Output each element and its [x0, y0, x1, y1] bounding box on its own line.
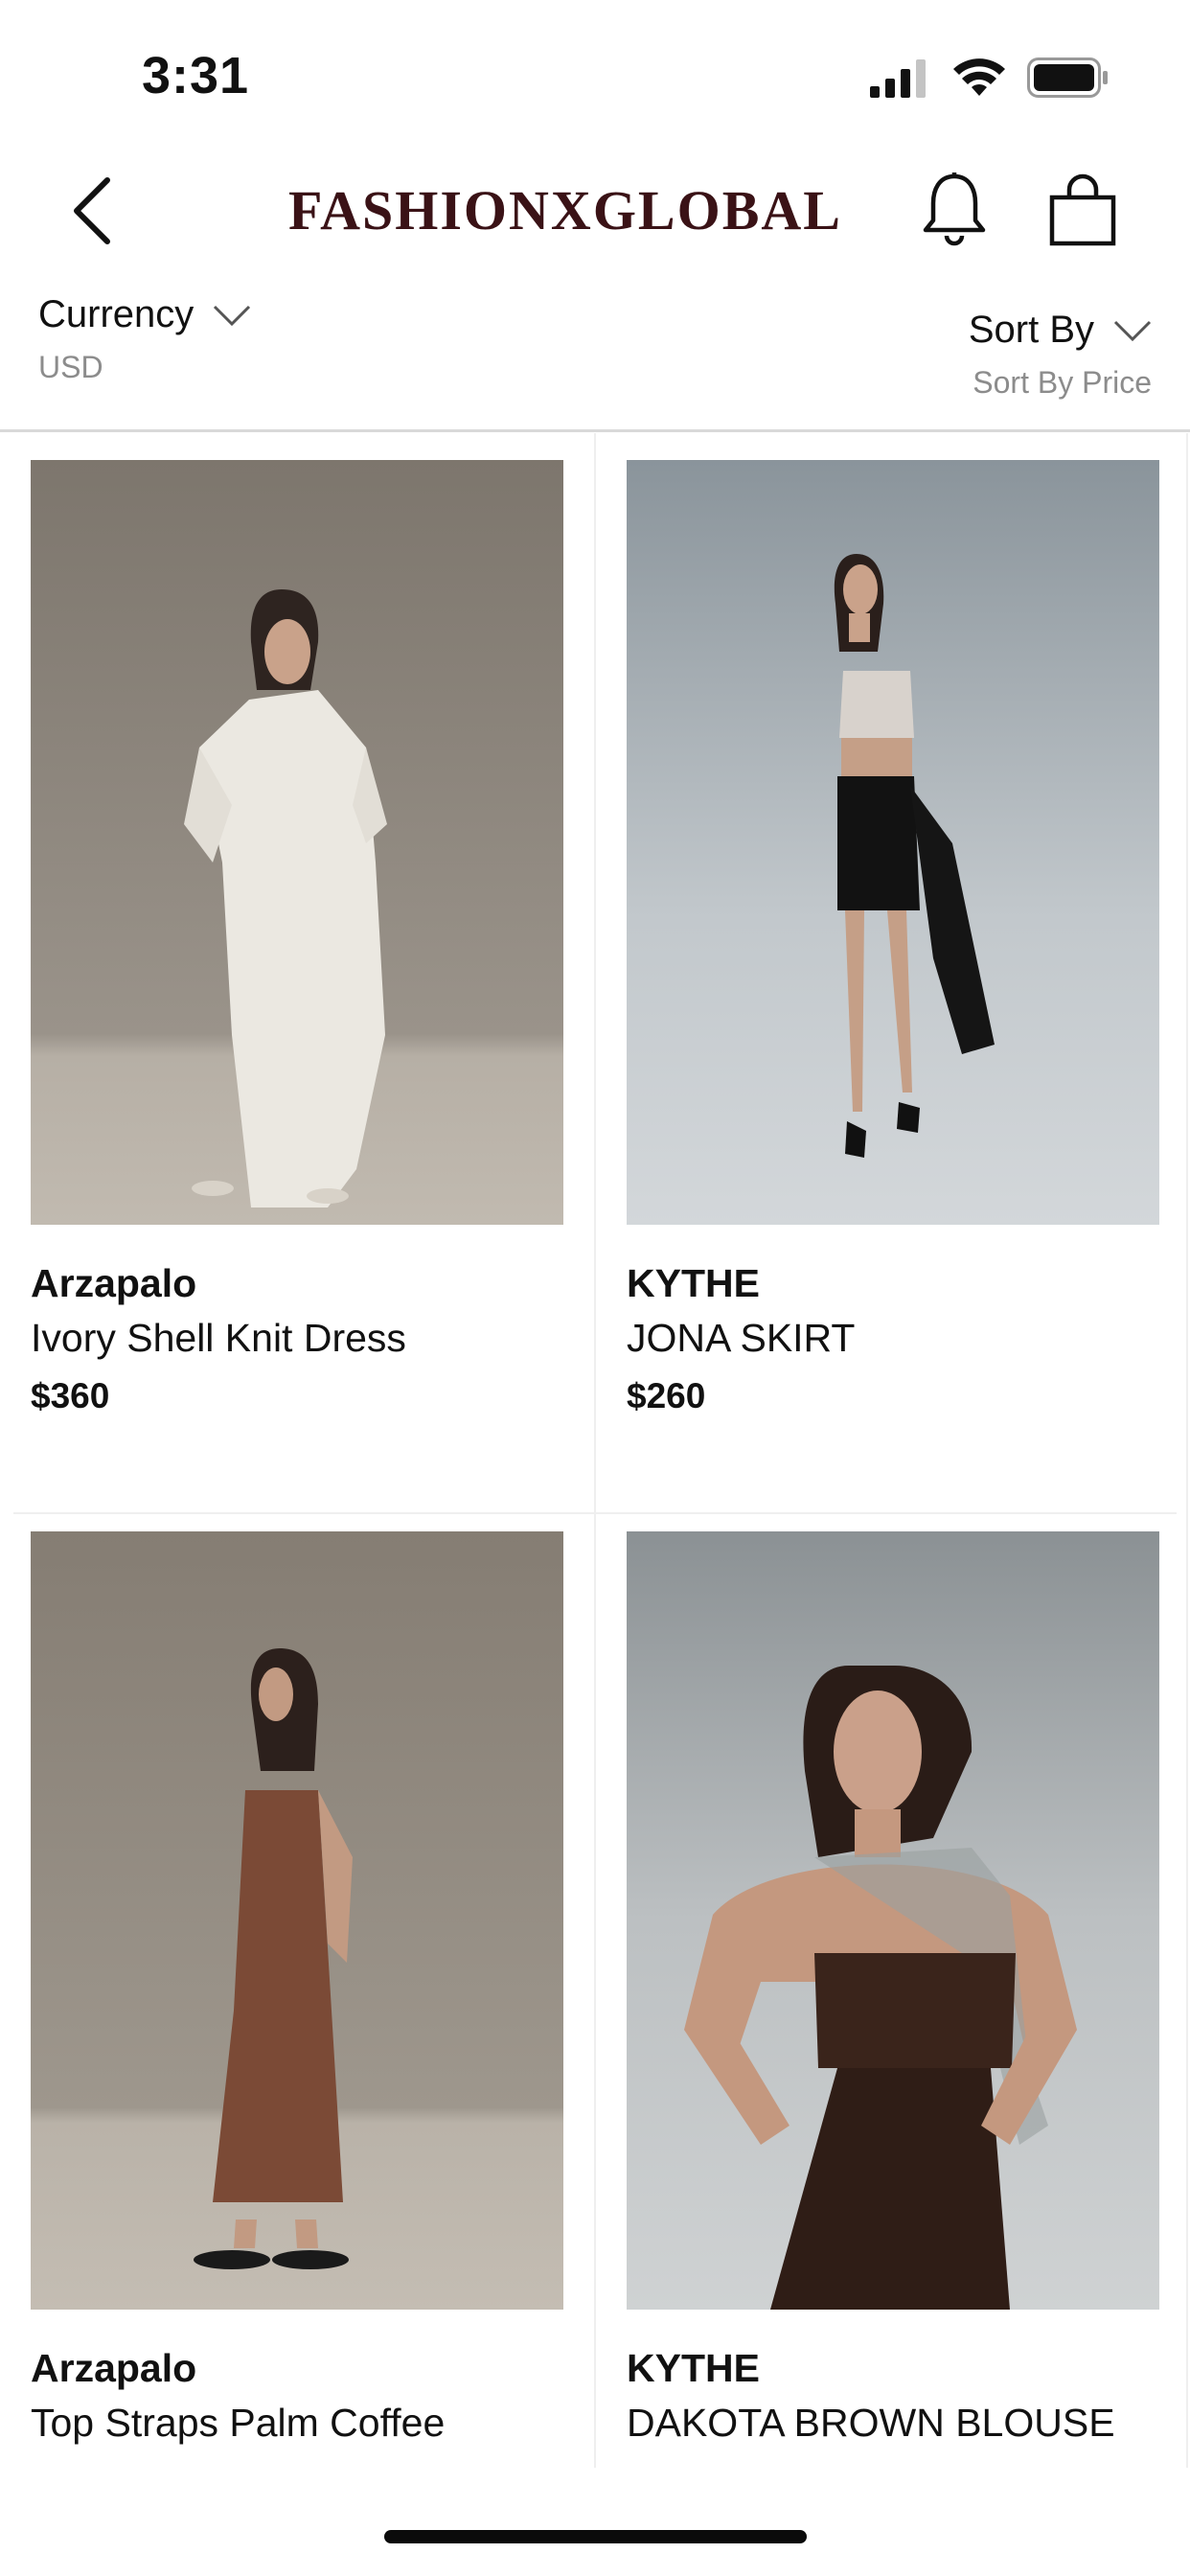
- product-image: [627, 460, 1159, 1225]
- brand-logo: FASHIONXGLOBAL: [287, 179, 842, 242]
- sort-value: Sort By Price: [973, 365, 1152, 400]
- product-card[interactable]: Arzapalo Ivory Shell Knit Dress $360: [31, 460, 563, 1416]
- cellular-signal-icon: [870, 59, 926, 98]
- battery-icon: [1027, 58, 1108, 98]
- status-bar: 3:31: [0, 0, 1190, 144]
- product-image: [31, 460, 563, 1225]
- product-name: JONA SKIRT: [627, 1316, 856, 1360]
- product-name: Top Straps Palm Coffee: [31, 2401, 446, 2445]
- shopping-bag-button[interactable]: [1046, 171, 1119, 247]
- chevron-down-icon: [1113, 320, 1152, 341]
- back-button[interactable]: [61, 172, 128, 249]
- notifications-button[interactable]: [918, 171, 991, 247]
- product-card[interactable]: KYTHE DAKOTA BROWN BLOUSE: [627, 1531, 1159, 2446]
- app-header: FASHIONXGLOBAL: [0, 153, 1190, 268]
- product-name: Ivory Shell Knit Dress: [31, 1316, 406, 1360]
- bell-icon: [923, 172, 986, 246]
- chevron-left-icon: [74, 177, 110, 244]
- wifi-icon: [953, 58, 1005, 96]
- grid-divider: [13, 1512, 1177, 1514]
- product-price: $260: [627, 1376, 706, 1415]
- product-brand: Arzapalo: [31, 2346, 197, 2390]
- product-name: DAKOTA BROWN BLOUSE: [627, 2401, 1115, 2445]
- grid-divider: [1186, 433, 1188, 2494]
- product-brand: KYTHE: [627, 1261, 760, 1305]
- product-image: [627, 1531, 1159, 2310]
- product-image: [31, 1531, 563, 2310]
- shopping-bag-icon: [1049, 173, 1116, 246]
- currency-selector[interactable]: Currency USD: [38, 293, 251, 385]
- product-card[interactable]: KYTHE JONA SKIRT $260: [627, 460, 1159, 1416]
- product-price: $360: [31, 1376, 110, 1415]
- home-indicator[interactable]: [384, 2530, 807, 2543]
- product-brand: KYTHE: [627, 2346, 760, 2390]
- currency-value: USD: [38, 350, 103, 384]
- grid-divider: [594, 433, 596, 2494]
- chevron-down-icon: [214, 305, 251, 326]
- filter-bar: Currency USD Sort By Sort By Price: [0, 288, 1190, 432]
- sort-selector[interactable]: Sort By Sort By Price: [969, 309, 1152, 401]
- bottom-safe-area: [0, 2468, 1190, 2576]
- status-time: 3:31: [142, 47, 250, 104]
- currency-label: Currency: [38, 293, 195, 335]
- sort-label: Sort By: [968, 309, 1094, 351]
- product-brand: Arzapalo: [31, 1261, 197, 1305]
- product-card[interactable]: Arzapalo Top Straps Palm Coffee: [31, 1531, 563, 2446]
